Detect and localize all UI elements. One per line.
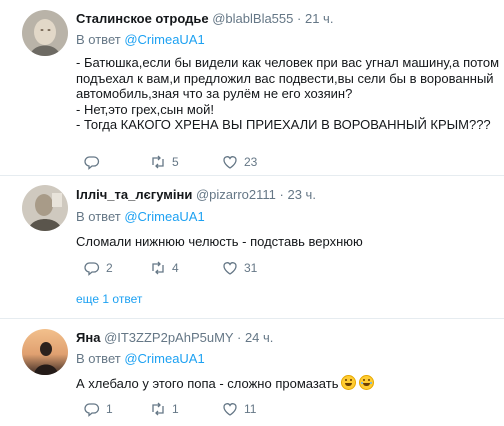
like-button[interactable]: 11 (222, 401, 256, 417)
retweet-icon (152, 261, 164, 275)
like-count: 23 (244, 155, 258, 169)
retweet-count: 5 (172, 155, 179, 169)
heart-icon (223, 262, 237, 275)
tweet-text-line: подъехал к вам,и предложил вас подвести,… (76, 70, 494, 86)
grinning-sweat-emoji (341, 375, 357, 390)
tweet[interactable]: Ілліч_та_лєгуміни @pizarro2111 · 23 ч. В… (0, 176, 504, 306)
avatar-image (22, 185, 68, 231)
separator-dot: · (297, 11, 302, 26)
reply-mention-link[interactable]: @CrimeaUA1 (124, 351, 204, 366)
reply-mention-link[interactable]: @CrimeaUA1 (124, 32, 204, 47)
reply-context: В ответ @CrimeaUA1 (76, 32, 205, 47)
reply-count: 2 (106, 261, 113, 275)
heart-icon (223, 156, 237, 169)
timestamp[interactable]: 23 ч. (287, 187, 315, 202)
tweet-text: Сломали нижнюю челюсть - подставь верхню… (76, 234, 496, 250)
retweet-button[interactable]: 5 (150, 154, 179, 170)
avatar[interactable] (22, 185, 68, 231)
avatar[interactable] (22, 10, 68, 56)
separator-dot: · (236, 330, 242, 345)
user-handle[interactable]: @IT3ZZP2pAhP5uMY (104, 330, 233, 345)
tweet-text: А хлебало у этого попа - сложно промазат… (76, 375, 496, 392)
reply-button[interactable] (84, 154, 106, 170)
reply-prefix: В ответ (76, 209, 121, 224)
reply-icon (84, 403, 100, 417)
retweet-count: 4 (172, 261, 179, 275)
reply-prefix: В ответ (76, 351, 121, 366)
user-handle[interactable]: @blablBla555 (212, 11, 293, 26)
reply-context: В ответ @CrimeaUA1 (76, 351, 205, 366)
heart-icon (223, 403, 237, 416)
display-name[interactable]: Ілліч_та_лєгуміни (76, 187, 192, 202)
retweet-icon (152, 402, 164, 416)
reply-icon (84, 262, 100, 276)
tweet[interactable]: Яна @IT3ZZP2pAhP5uMY · 24 ч. В ответ @Cr… (0, 319, 504, 426)
reply-button[interactable]: 1 (84, 401, 113, 417)
separator-dot: · (279, 187, 284, 202)
tweet-text-line: Сломали нижнюю челюсть - подставь верхню… (76, 234, 363, 249)
tweet-header: Яна @IT3ZZP2pAhP5uMY · 24 ч. (76, 330, 273, 345)
reply-button[interactable]: 2 (84, 260, 113, 276)
tweet-text-line: - Батюшка,если бы видели как человек при… (76, 55, 500, 70)
tweet[interactable]: Сталинское отродье @blablBla555 · 21 ч. … (0, 0, 504, 170)
display-name[interactable]: Сталинское отродье (76, 11, 209, 26)
tweet-text-line: А хлебало у этого попа - сложно промазат… (76, 376, 339, 391)
timestamp[interactable]: 24 ч. (245, 330, 273, 345)
tweet-text-line: - Тогда КАКОГО ХРЕНА ВЫ ПРИЕХАЛИ В ВОРОВ… (76, 117, 491, 133)
display-name[interactable]: Яна (76, 330, 100, 345)
reply-mention-link[interactable]: @CrimeaUA1 (124, 209, 204, 224)
like-button[interactable]: 31 (222, 260, 257, 276)
like-count: 31 (244, 261, 258, 275)
user-handle[interactable]: @pizarro2111 (196, 187, 276, 202)
reply-count: 1 (106, 402, 113, 416)
retweet-button[interactable]: 1 (150, 401, 179, 417)
tweet-text-line: - Нет,это грех,сын мой! (76, 101, 214, 117)
tears-of-joy-emoji (359, 375, 375, 390)
reply-icon (84, 156, 100, 170)
like-button[interactable]: 23 (222, 154, 257, 170)
retweet-count: 1 (172, 402, 179, 416)
tweet-text: - Батюшка,если бы видели как человек при… (76, 55, 500, 133)
timestamp[interactable]: 21 ч. (305, 11, 333, 26)
reply-context: В ответ @CrimeaUA1 (76, 209, 205, 224)
show-more-replies-link[interactable]: еще 1 ответ (76, 292, 142, 306)
like-count: 11 (244, 402, 257, 416)
tweet-text-line: автомобиль,зная что за рулём не его хозя… (76, 86, 353, 102)
retweet-icon (152, 155, 164, 169)
avatar-image (22, 10, 68, 56)
retweet-button[interactable]: 4 (150, 260, 179, 276)
avatar[interactable] (22, 329, 68, 375)
tweet-header: Ілліч_та_лєгуміни @pizarro2111 · 23 ч. (76, 187, 316, 202)
avatar-image (22, 329, 68, 375)
tweet-header: Сталинское отродье @blablBla555 · 21 ч. (76, 11, 333, 26)
reply-prefix: В ответ (76, 32, 121, 47)
